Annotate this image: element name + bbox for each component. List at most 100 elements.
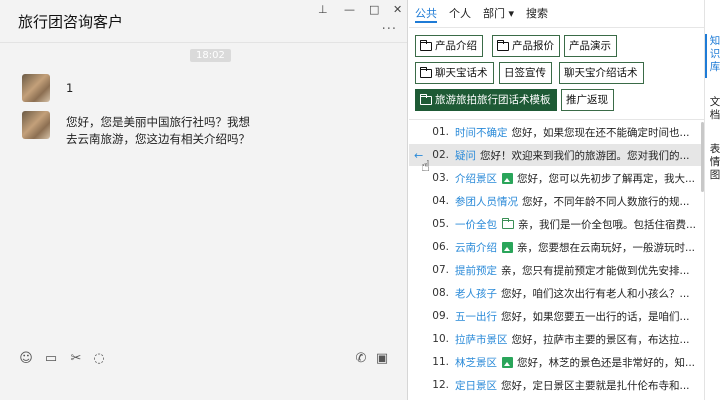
avatar[interactable]: [22, 74, 50, 102]
list-item-text: 亲，您要想在云南玩好，一般游玩时...: [517, 241, 696, 254]
list-item-number: 12.: [432, 379, 449, 391]
list-item-text: 您好，如果您现在还不能确定时间也...: [511, 126, 690, 139]
list-item[interactable]: 01. 时间不确定 您好，如果您现在还不能确定时间也...: [409, 121, 704, 143]
list-item-text: 亲，您只有提前预定才能做到优先安排...: [501, 264, 690, 277]
list-item[interactable]: 11. 林芝景区 您好，林芝的景色还是非常好的，知...: [409, 351, 704, 373]
list-item[interactable]: 12. 定日景区 您好，定日景区主要就是扎什伦布寺和...: [409, 374, 704, 396]
active-tab-indicator: [415, 21, 437, 23]
list-item-number: 07.: [432, 264, 449, 276]
list-item-text: 您好！欢迎来到我们的旅游团。您对我们的...: [480, 149, 690, 162]
list-item-keyword[interactable]: 林芝景区: [455, 355, 497, 370]
list-item[interactable]: 09. 五一出行 您好，如果您要五一出行的话，是咱们...: [409, 305, 704, 327]
knowledge-panel: 公共 个人 部门 ▾ 搜索 产品介绍 产品报价 产品演示 聊天宝话术 日签宣传 …: [409, 0, 704, 400]
maximize-button[interactable]: □: [369, 3, 379, 16]
folder-icon: [502, 217, 514, 229]
list-item-text: 您好，拉萨市主要的景区有，布达拉...: [511, 333, 690, 346]
list-item-number: 01.: [432, 126, 449, 138]
emoji-icon[interactable]: ☺: [18, 351, 34, 367]
list-item-text: 您好，林芝的景色还是非常好的，知...: [517, 356, 696, 369]
folder-icon: [420, 66, 432, 78]
list-item-keyword[interactable]: 老人孩子: [455, 286, 497, 301]
list-item-keyword[interactable]: 提前预定: [455, 263, 497, 278]
list-item-keyword[interactable]: 时间不确定: [455, 125, 508, 140]
list-item-number: 11.: [432, 356, 449, 368]
list-item-keyword[interactable]: 介绍景区: [455, 171, 497, 186]
list-item[interactable]: 05. 一价全包 亲，我们是一价全包哦。包括住宿费...: [409, 213, 704, 235]
scope-tabs: 公共 个人 部门 ▾ 搜索: [415, 5, 548, 21]
list-item-text: 您好，不同年龄不同人数旅行的规...: [522, 195, 690, 208]
list-item[interactable]: 04. 参团人员情况 您好，不同年龄不同人数旅行的规...: [409, 190, 704, 212]
list-item-text: 您好，如果您要五一出行的话，是咱们...: [501, 310, 690, 323]
tab-public[interactable]: 公共: [415, 5, 437, 21]
image-icon: [502, 356, 513, 368]
tab-personal[interactable]: 个人: [449, 5, 471, 21]
chat-bubble-icon[interactable]: ◌: [91, 351, 107, 367]
more-options-icon[interactable]: ···: [382, 22, 397, 37]
category-button[interactable]: 产品介绍: [415, 35, 483, 57]
tab-department[interactable]: 部门 ▾: [483, 5, 514, 21]
pin-icon[interactable]: ⊥: [318, 3, 328, 16]
list-item-text: 您好，定日景区主要就是扎什伦布寺和...: [501, 379, 690, 392]
side-tab-knowledge[interactable]: 知识库: [708, 35, 722, 74]
active-side-tab-indicator: [705, 34, 707, 78]
list-item[interactable]: 08. 老人孩子 您好，咱们这次出行有老人和小孩么？...: [409, 282, 704, 304]
title-divider: [0, 42, 407, 43]
list-item-keyword[interactable]: 五一出行: [455, 309, 497, 324]
avatar[interactable]: [22, 111, 50, 139]
side-tabs: 知识库 文档 表情图: [704, 0, 723, 400]
folder-icon: [420, 93, 432, 105]
category-button[interactable]: 产品报价: [492, 35, 560, 57]
category-button-active[interactable]: 旅游旅拍旅行团话术模板: [415, 89, 557, 111]
list-item-number: 06.: [432, 241, 449, 253]
list-item-number: 04.: [432, 195, 449, 207]
mouse-cursor-icon: ☝: [421, 157, 431, 175]
list-item[interactable]: 10. 拉萨市景区 您好，拉萨市主要的景区有，布达拉...: [409, 328, 704, 350]
category-button[interactable]: 聊天宝话术: [415, 62, 494, 84]
category-button[interactable]: 推广返现: [561, 89, 614, 111]
app-window: 旅行团咨询客户 ⊥ — □ ✕ ··· 18:02 1 您好，您是美丽中国旅行社…: [0, 0, 723, 400]
list-item-keyword[interactable]: 一价全包: [455, 217, 497, 232]
message-bubble[interactable]: 1: [60, 74, 79, 103]
image-icon: [502, 241, 513, 253]
message-item: 您好，您是美丽中国旅行社吗？我想去云南旅游，您这边有相关介绍吗？: [22, 111, 266, 151]
message-timestamp: 18:02: [190, 49, 231, 62]
chat-pane: 旅行团咨询客户 ⊥ — □ ✕ ··· 18:02 1 您好，您是美丽中国旅行社…: [0, 0, 408, 400]
image-icon: [502, 172, 513, 184]
list-item-text: 您好，咱们这次出行有老人和小孩么？...: [501, 287, 690, 300]
list-item-number: 09.: [432, 310, 449, 322]
list-item-number: 10.: [432, 333, 449, 345]
divider: [409, 27, 704, 28]
side-tab-documents[interactable]: 文档: [708, 96, 722, 122]
list-item-text: 亲，我们是一价全包哦。包括住宿费...: [518, 218, 697, 231]
list-item-keyword[interactable]: 拉萨市景区: [455, 332, 508, 347]
scissors-icon[interactable]: ✂: [68, 351, 84, 367]
folder-icon: [497, 39, 509, 51]
chat-toolbar: ☺ ▭ ✂ ◌ ✆ ▣: [0, 343, 407, 375]
message-bubble[interactable]: 您好，您是美丽中国旅行社吗？我想去云南旅游，您这边有相关介绍吗？: [60, 111, 266, 151]
list-item-text: 您好，您可以先初步了解再定，我大...: [517, 172, 696, 185]
close-button[interactable]: ✕: [393, 3, 402, 16]
list-item[interactable]: 06. 云南介绍 亲，您要想在云南玩好，一般游玩时...: [409, 236, 704, 258]
phone-icon[interactable]: ✆: [353, 351, 369, 367]
side-tab-stickers[interactable]: 表情图: [708, 143, 722, 182]
list-item-keyword[interactable]: 云南介绍: [455, 240, 497, 255]
message-item: 1: [22, 74, 79, 103]
list-item-keyword[interactable]: 定日景区: [455, 378, 497, 393]
list-item-number: 08.: [432, 287, 449, 299]
folder-icon: [420, 39, 432, 51]
chat-title: 旅行团咨询客户: [18, 13, 124, 31]
list-item[interactable]: 07. 提前预定 亲，您只有提前预定才能做到优先安排...: [409, 259, 704, 281]
video-icon[interactable]: ▣: [374, 351, 390, 367]
category-button[interactable]: 日签宣传: [499, 62, 552, 84]
list-item-number: 05.: [432, 218, 449, 230]
list-item[interactable]: 02. 疑问 您好！欢迎来到我们的旅游团。您对我们的... ←: [409, 144, 704, 166]
category-button[interactable]: 聊天宝介绍话术: [559, 62, 644, 84]
folder-icon[interactable]: ▭: [43, 351, 59, 367]
list-item-keyword[interactable]: 疑问: [455, 148, 476, 163]
minimize-button[interactable]: —: [344, 3, 355, 16]
divider: [409, 119, 704, 120]
tab-search[interactable]: 搜索: [526, 5, 548, 21]
list-item[interactable]: 03. 介绍景区 您好，您可以先初步了解再定，我大...: [409, 167, 704, 189]
category-button[interactable]: 产品演示: [564, 35, 617, 57]
list-item-keyword[interactable]: 参团人员情况: [455, 194, 518, 209]
